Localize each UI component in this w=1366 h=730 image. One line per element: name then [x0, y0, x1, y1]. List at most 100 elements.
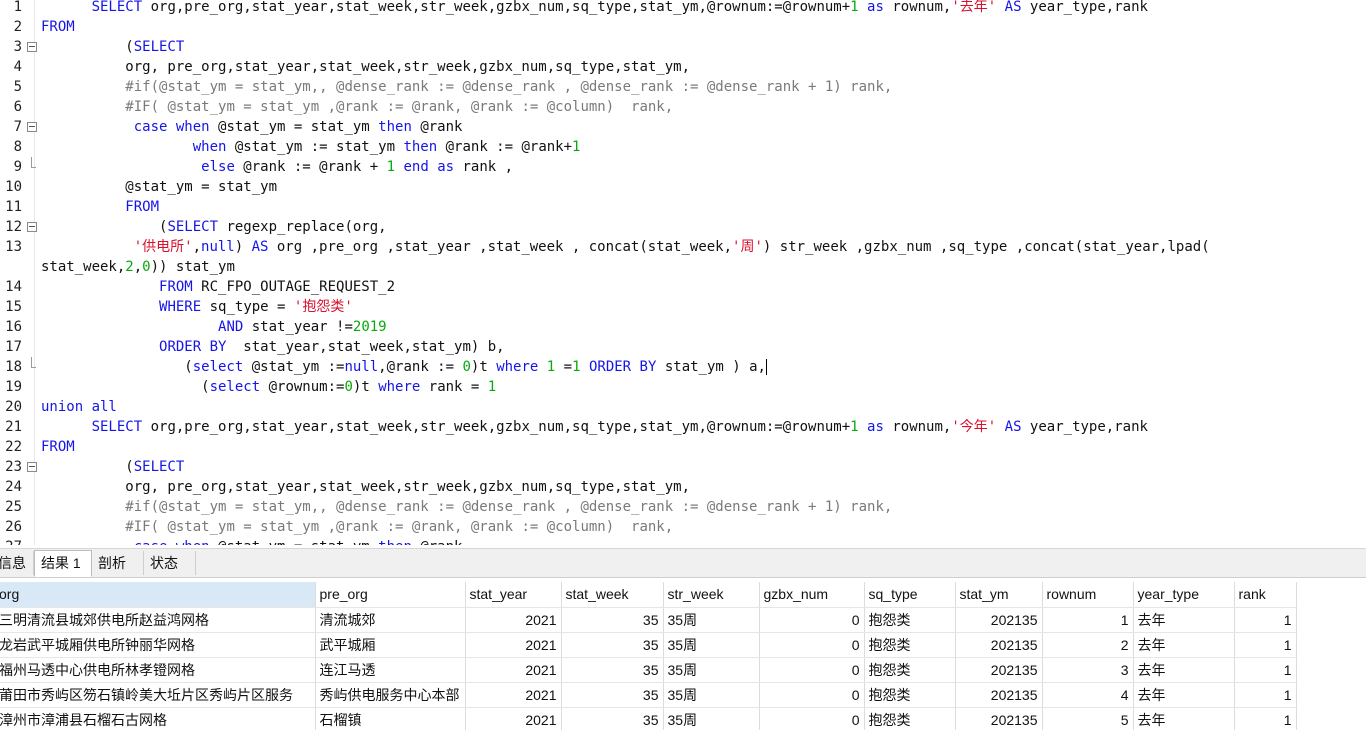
tab-result-1[interactable]: 结果 1: [34, 550, 92, 577]
result-grid[interactable]: org pre_org stat_year stat_week str_week…: [0, 582, 1366, 730]
table-cell[interactable]: 连江马透: [315, 657, 466, 683]
code-line[interactable]: stat_week,2,0)) stat_ym: [0, 257, 1366, 277]
code-line[interactable]: 23 (SELECT: [0, 457, 1366, 477]
table-cell[interactable]: 抱怨类: [864, 632, 956, 658]
table-cell[interactable]: 0: [759, 607, 865, 633]
table-cell[interactable]: 1: [1042, 607, 1134, 633]
table-cell[interactable]: 1: [1234, 632, 1297, 658]
table-cell[interactable]: 3: [1042, 657, 1134, 683]
column-header-gzbx-num[interactable]: gzbx_num: [759, 582, 865, 608]
column-header-sq-type[interactable]: sq_type: [864, 582, 956, 608]
tab-status[interactable]: 状态: [144, 551, 196, 575]
fold-toggle-icon[interactable]: [27, 42, 37, 52]
column-header-pre-org[interactable]: pre_org: [315, 582, 466, 608]
table-cell[interactable]: 35周: [663, 682, 760, 708]
table-cell[interactable]: 2021: [465, 707, 562, 730]
table-cell[interactable]: 0: [759, 632, 865, 658]
table-cell[interactable]: 抱怨类: [864, 707, 956, 730]
table-cell[interactable]: 龙岩武平城厢供电所钟丽华网格: [0, 632, 316, 658]
code-line[interactable]: 10 @stat_ym = stat_ym: [0, 177, 1366, 197]
column-header-rank[interactable]: rank: [1234, 582, 1297, 608]
code-line[interactable]: 11 FROM: [0, 197, 1366, 217]
table-cell[interactable]: 202135: [955, 607, 1043, 633]
code-line[interactable]: 9 else @rank := @rank + 1 end as rank ,: [0, 157, 1366, 177]
table-cell[interactable]: 去年: [1133, 632, 1235, 658]
table-cell[interactable]: 抱怨类: [864, 682, 956, 708]
table-cell[interactable]: 202135: [955, 632, 1043, 658]
table-row[interactable]: 福州马透中心供电所林孝镫网格 连江马透 2021 35 35周 0 抱怨类 202135 3 去年…: [0, 657, 1297, 683]
table-row[interactable]: 三明清流县城郊供电所赵益鸿网格 清流城郊 2021 35 35周 0 抱怨类 202135 1 去…: [0, 607, 1297, 633]
table-cell[interactable]: 2: [1042, 632, 1134, 658]
column-header-stat-ym[interactable]: stat_ym: [955, 582, 1043, 608]
code-line[interactable]: 18 (select @stat_ym :=null,@rank := 0)t …: [0, 357, 1366, 377]
column-header-org[interactable]: org: [0, 582, 316, 608]
table-cell[interactable]: 莆田市秀屿区笏石镇岭美大坵片区秀屿片区服务: [0, 682, 316, 708]
code-line[interactable]: 16 AND stat_year !=2019: [0, 317, 1366, 337]
table-cell[interactable]: 秀屿供电服务中心本部: [315, 682, 466, 708]
table-cell[interactable]: 石榴镇: [315, 707, 466, 730]
fold-toggle-icon[interactable]: [27, 122, 37, 132]
code-line[interactable]: 7 case when @stat_ym = stat_ym then @ran…: [0, 117, 1366, 137]
tab-info[interactable]: 信息: [0, 551, 34, 575]
code-line[interactable]: 22 FROM: [0, 437, 1366, 457]
table-cell[interactable]: 去年: [1133, 707, 1235, 730]
table-cell[interactable]: 202135: [955, 707, 1043, 730]
code-line[interactable]: 14 FROM RC_FPO_OUTAGE_REQUEST_2: [0, 277, 1366, 297]
code-line[interactable]: 3 (SELECT: [0, 37, 1366, 57]
column-header-stat-year[interactable]: stat_year: [465, 582, 562, 608]
code-line[interactable]: 25 #if(@stat_ym = stat_ym,, @dense_rank …: [0, 497, 1366, 517]
table-cell[interactable]: 1: [1234, 657, 1297, 683]
fold-toggle-icon[interactable]: [27, 222, 37, 232]
fold-toggle-icon[interactable]: [27, 462, 37, 472]
table-cell[interactable]: 去年: [1133, 657, 1235, 683]
table-cell[interactable]: 2021: [465, 607, 562, 633]
table-cell[interactable]: 清流城郊: [315, 607, 466, 633]
table-cell[interactable]: 35周: [663, 657, 760, 683]
table-row[interactable]: 莆田市秀屿区笏石镇岭美大坵片区秀屿片区服务 秀屿供电服务中心本部 2021 35 35周…: [0, 682, 1297, 708]
code-line[interactable]: 8 when @stat_ym := stat_ym then @rank :=…: [0, 137, 1366, 157]
table-cell[interactable]: 35周: [663, 607, 760, 633]
sql-editor[interactable]: 1 SELECT org,pre_org,stat_year,stat_week…: [0, 0, 1366, 545]
table-cell[interactable]: 2021: [465, 632, 562, 658]
table-cell[interactable]: 1: [1234, 607, 1297, 633]
code-line[interactable]: 1 SELECT org,pre_org,stat_year,stat_week…: [0, 0, 1366, 17]
column-header-str-week[interactable]: str_week: [663, 582, 760, 608]
table-cell[interactable]: 福州马透中心供电所林孝镫网格: [0, 657, 316, 683]
code-line[interactable]: 15 WHERE sq_type = '抱怨类': [0, 297, 1366, 317]
table-cell[interactable]: 35: [561, 707, 664, 730]
code-line[interactable]: 6 #IF( @stat_ym = stat_ym ,@rank := @ran…: [0, 97, 1366, 117]
table-cell[interactable]: 2021: [465, 682, 562, 708]
table-row[interactable]: 龙岩武平城厢供电所钟丽华网格 武平城厢 2021 35 35周 0 抱怨类 202135 2 去年…: [0, 632, 1297, 658]
code-line[interactable]: 17 ORDER BY stat_year,stat_week,stat_ym)…: [0, 337, 1366, 357]
table-cell[interactable]: 三明清流县城郊供电所赵益鸿网格: [0, 607, 316, 633]
table-cell[interactable]: 35: [561, 632, 664, 658]
column-header-year-type[interactable]: year_type: [1133, 582, 1235, 608]
table-cell[interactable]: 202135: [955, 682, 1043, 708]
tab-profile[interactable]: 剖析: [92, 551, 144, 575]
table-cell[interactable]: 1: [1234, 707, 1297, 730]
column-header-stat-week[interactable]: stat_week: [561, 582, 664, 608]
table-cell[interactable]: 2021: [465, 657, 562, 683]
table-cell[interactable]: 4: [1042, 682, 1134, 708]
table-cell[interactable]: 0: [759, 657, 865, 683]
table-row[interactable]: 漳州市漳浦县石榴石古网格 石榴镇 2021 35 35周 0 抱怨类 202135 5 去年 1: [0, 707, 1297, 730]
table-cell[interactable]: 5: [1042, 707, 1134, 730]
table-cell[interactable]: 35周: [663, 707, 760, 730]
code-line[interactable]: 2 FROM: [0, 17, 1366, 37]
code-line[interactable]: 4 org, pre_org,stat_year,stat_week,str_w…: [0, 57, 1366, 77]
code-line[interactable]: 12 (SELECT regexp_replace(org,: [0, 217, 1366, 237]
table-cell[interactable]: 35: [561, 682, 664, 708]
code-line[interactable]: 19 (select @rownum:=0)t where rank = 1: [0, 377, 1366, 397]
table-cell[interactable]: 0: [759, 707, 865, 730]
column-header-rownum[interactable]: rownum: [1042, 582, 1134, 608]
code-line[interactable]: 27 case when @stat_ym = stat_ym then @ra…: [0, 537, 1366, 545]
table-cell[interactable]: 去年: [1133, 682, 1235, 708]
code-line[interactable]: 20 union all: [0, 397, 1366, 417]
code-line[interactable]: 26 #IF( @stat_ym = stat_ym ,@rank := @ra…: [0, 517, 1366, 537]
table-cell[interactable]: 去年: [1133, 607, 1235, 633]
table-cell[interactable]: 35: [561, 657, 664, 683]
table-cell[interactable]: 1: [1234, 682, 1297, 708]
table-cell[interactable]: 35周: [663, 632, 760, 658]
table-cell[interactable]: 0: [759, 682, 865, 708]
code-line[interactable]: 5 #if(@stat_ym = stat_ym,, @dense_rank :…: [0, 77, 1366, 97]
